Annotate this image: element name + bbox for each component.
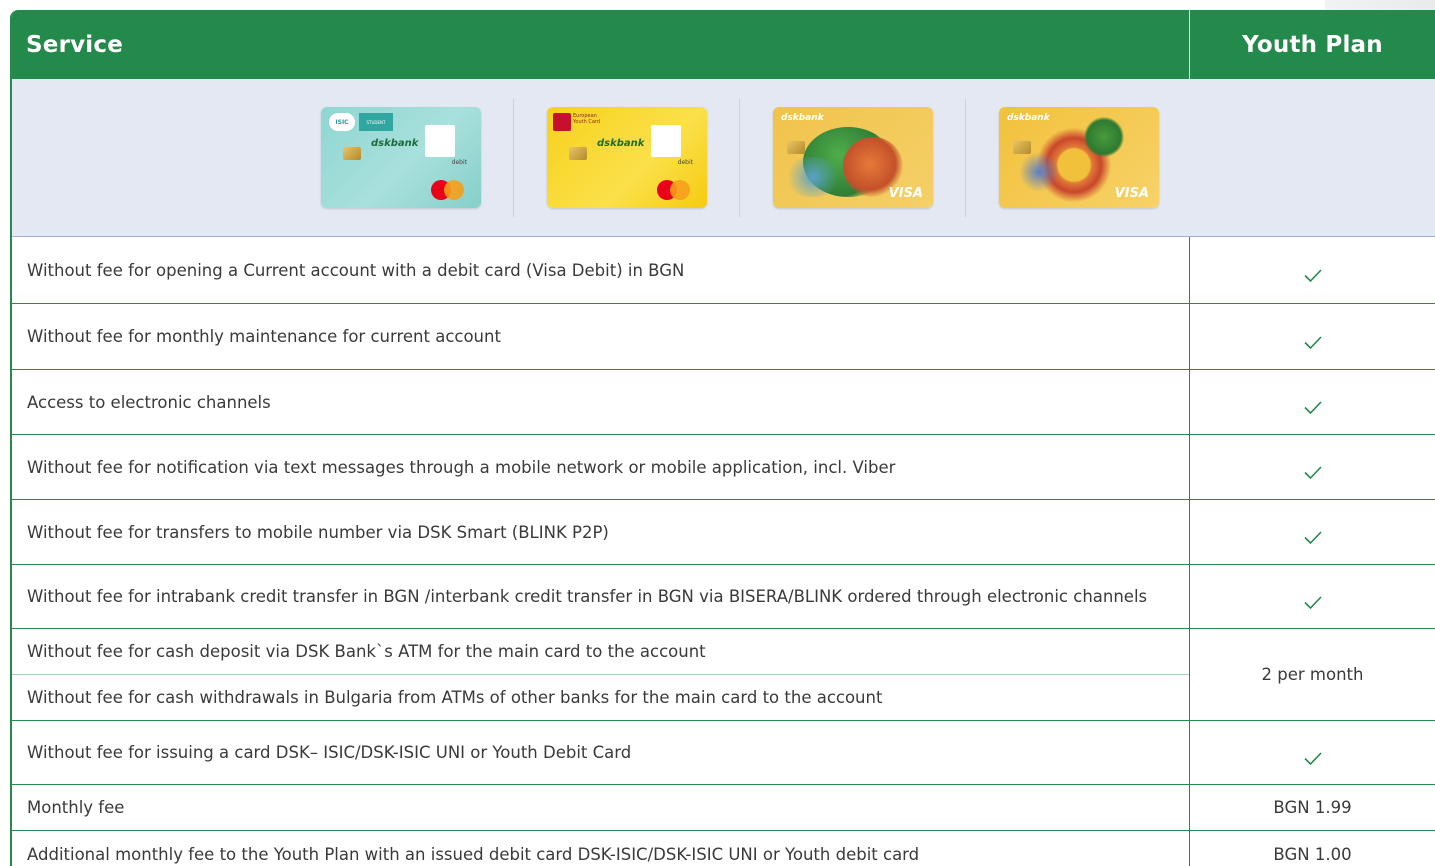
table-row: Without fee for notification via text me… <box>12 434 1435 499</box>
card-slot-start: dskbank VISA <box>740 98 966 217</box>
service-label: Without fee for transfers to mobile numb… <box>27 522 609 542</box>
fee-value: BGN 1.00 <box>1189 831 1435 866</box>
included-cell <box>1189 565 1435 628</box>
table-row: Without fee for transfers to mobile numb… <box>12 499 1435 564</box>
header-youth-plan: Youth Plan <box>1242 31 1383 58</box>
included-cell <box>1189 304 1435 369</box>
card-slot-eyc: European Youth Card dskbank debit <box>514 98 740 217</box>
isic-card-image: ISIC STUDENT dskbank debit <box>321 107 481 208</box>
table-row: Monthly fee BGN 1.99 <box>12 784 1435 830</box>
service-label: Without fee for cash deposit via DSK Ban… <box>27 642 706 661</box>
included-cell <box>1189 500 1435 564</box>
start-visa-card-image: dskbank VISA <box>773 107 933 208</box>
youth-plan-table: Service Youth Plan ISIC STUDENT dskbank … <box>10 10 1435 866</box>
card-slot-isic: ISIC STUDENT dskbank debit <box>288 98 514 217</box>
header-service: Service <box>26 31 124 58</box>
service-label: Without fee for cash withdrawals in Bulg… <box>12 674 1189 720</box>
service-label: Without fee for notification via text me… <box>27 457 896 477</box>
service-label: Without fee for intrabank credit transfe… <box>27 587 1148 606</box>
check-icon <box>1303 335 1322 349</box>
check-icon <box>1303 466 1322 480</box>
included-cell <box>1189 435 1435 499</box>
included-cell <box>1189 721 1435 784</box>
cards-row: ISIC STUDENT dskbank debit European Youth… <box>12 79 1435 237</box>
limit-value: 2 per month <box>1189 629 1435 720</box>
check-icon <box>1303 751 1322 765</box>
table-row: Without fee for opening a Current accoun… <box>12 237 1435 303</box>
service-label: Additional monthly fee to the Youth Plan… <box>27 845 920 864</box>
youth-card-image: European Youth Card dskbank debit <box>547 107 707 208</box>
fee-value: BGN 1.99 <box>1189 785 1435 830</box>
service-label: Without fee for opening a Current accoun… <box>27 260 685 280</box>
included-cell <box>1189 370 1435 434</box>
table-row: Additional monthly fee to the Youth Plan… <box>12 830 1435 866</box>
teen-visa-card-image: dskbank VISA <box>999 107 1159 208</box>
service-label: Without fee for issuing a card DSK– ISIC… <box>27 743 632 762</box>
check-icon <box>1303 531 1322 545</box>
table-row: Without fee for intrabank credit transfe… <box>12 564 1435 628</box>
service-label: Monthly fee <box>27 798 125 817</box>
table-header: Service Youth Plan <box>12 10 1435 79</box>
check-icon <box>1303 595 1322 609</box>
check-icon <box>1303 401 1322 415</box>
check-icon <box>1303 269 1322 283</box>
service-label: Without fee for monthly maintenance for … <box>27 327 501 346</box>
table-row: Access to electronic channels <box>12 369 1435 434</box>
included-cell <box>1189 237 1435 303</box>
table-row: Without fee for issuing a card DSK– ISIC… <box>12 720 1435 784</box>
table-row: Without fee for monthly maintenance for … <box>12 303 1435 369</box>
service-label: Access to electronic channels <box>27 392 271 412</box>
card-slot-teen: dskbank VISA <box>966 99 1192 217</box>
merged-row: Without fee for cash deposit via DSK Ban… <box>12 628 1435 720</box>
